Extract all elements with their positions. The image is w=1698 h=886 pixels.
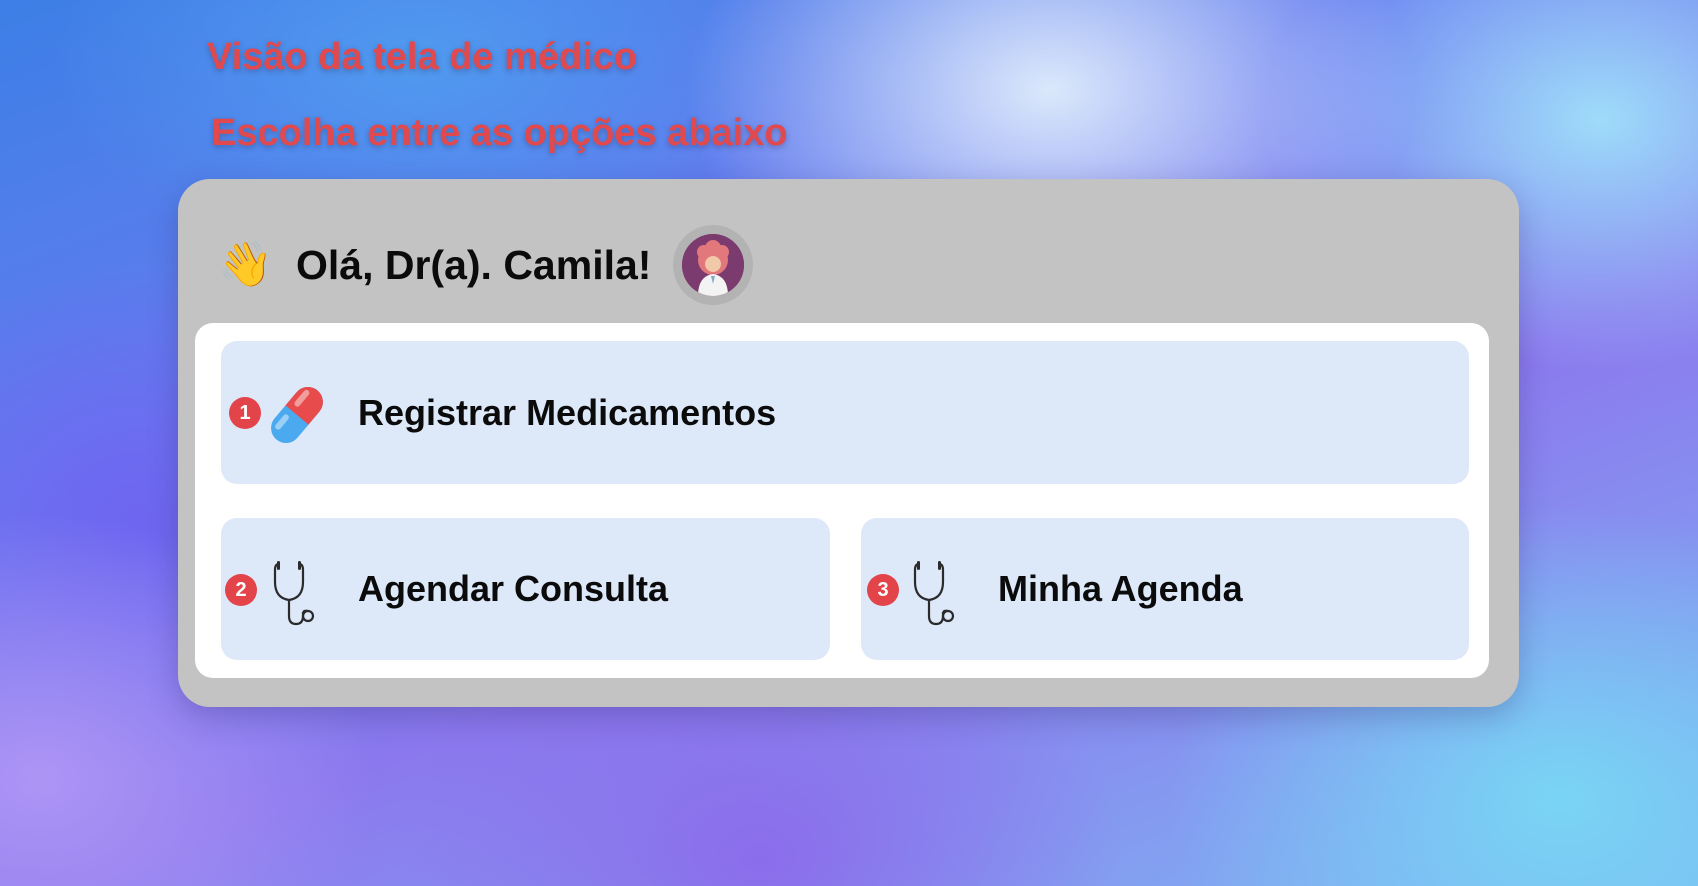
- avatar[interactable]: [673, 225, 754, 305]
- stethoscope-icon: [907, 556, 967, 628]
- option-label: Minha Agenda: [998, 568, 1243, 609]
- option-number-badge: 2: [225, 574, 257, 606]
- pill-capsule-icon: [267, 379, 327, 451]
- doctor-menu-card: 👋 Olá, Dr(a). Camila! 1 Registrar Medica…: [178, 179, 1519, 707]
- greeting-row: 👋 Olá, Dr(a). Camila!: [218, 225, 754, 305]
- options-panel: 1 Registrar Medicamentos 2 Agendar Consu…: [195, 323, 1489, 678]
- waving-hand-icon: 👋: [218, 240, 273, 289]
- stethoscope-icon: [267, 556, 327, 628]
- greeting-text: Olá, Dr(a). Camila!: [296, 241, 652, 288]
- option-number-badge: 3: [867, 574, 899, 606]
- doctor-avatar-icon: [682, 234, 745, 296]
- schedule-appointment-button[interactable]: 2 Agendar Consulta: [221, 518, 830, 660]
- register-medications-button[interactable]: 1 Registrar Medicamentos: [221, 341, 1469, 484]
- page-subtitle: Escolha entre as opções abaixo: [211, 112, 788, 154]
- option-number-badge: 1: [229, 397, 261, 429]
- my-schedule-button[interactable]: 3 Minha Agenda: [861, 518, 1469, 660]
- page-title: Visão da tela de médico: [207, 36, 638, 78]
- option-label: Agendar Consulta: [358, 568, 669, 609]
- option-label: Registrar Medicamentos: [358, 391, 777, 433]
